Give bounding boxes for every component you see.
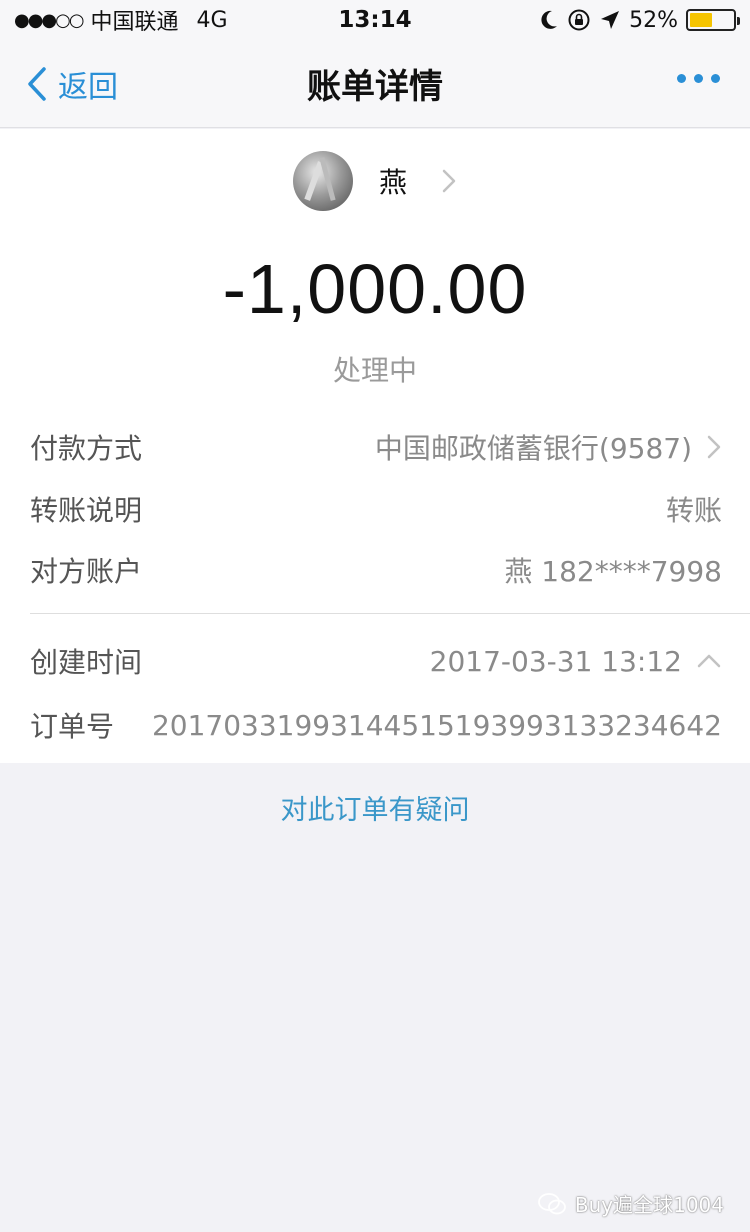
- watermark-text: Buy遍全球1004: [574, 1193, 724, 1217]
- carrier-name: 中国联通: [90, 10, 179, 35]
- payment-method-value: 中国邮政储蓄银行(9587): [374, 432, 692, 465]
- watermark: Buy遍全球1004: [537, 1189, 724, 1218]
- page-title: 账单详情: [307, 67, 443, 107]
- back-label: 返回: [58, 70, 118, 105]
- avatar: [292, 151, 353, 211]
- more-dot-icon: [711, 74, 720, 83]
- chevron-left-icon: [28, 67, 46, 101]
- created-time-row[interactable]: 创建时间 2017-03-31 13:12: [30, 641, 722, 681]
- payee-name: 燕: [378, 166, 407, 199]
- back-button[interactable]: 返回: [26, 62, 118, 106]
- payment-method-label: 付款方式: [30, 432, 143, 465]
- created-time-label: 创建时间: [30, 646, 143, 679]
- status-bar-right: 52%: [539, 7, 740, 33]
- battery-icon: [686, 9, 740, 31]
- signal-strength-icon: ●●●○○: [14, 9, 85, 31]
- order-number-label: 订单号: [30, 710, 115, 743]
- transfer-note-row: 转账说明 转账: [30, 489, 722, 529]
- transaction-amount: -1,000.00: [222, 250, 528, 328]
- more-menu-button[interactable]: [677, 74, 720, 83]
- order-number-value: 20170331993144515193993133234642: [151, 708, 722, 742]
- transfer-note-value: 转账: [665, 494, 722, 527]
- moon-icon: [541, 10, 558, 29]
- chevron-right-icon: [442, 169, 456, 193]
- transfer-note-label: 转账说明: [30, 494, 143, 527]
- counterparty-label: 对方账户: [30, 555, 143, 588]
- divider: [30, 613, 750, 614]
- more-dot-icon: [694, 74, 703, 83]
- nav-bar: 返回 账单详情: [0, 40, 750, 128]
- counterparty-row: 对方账户 燕 182****7998: [30, 550, 722, 590]
- order-number-row: 订单号 20170331993144515193993133234642: [30, 705, 722, 745]
- status-bar-left: ●●●○○ 中国联通 4G: [14, 4, 228, 36]
- bill-detail-card: 燕 -1,000.00 处理中 付款方式 中国邮政储蓄银行(9587) 转账说明…: [0, 129, 750, 763]
- payee-row[interactable]: 燕: [0, 151, 750, 211]
- location-arrow-icon: [601, 11, 620, 29]
- chevron-up-icon: [697, 654, 721, 668]
- payment-method-row[interactable]: 付款方式 中国邮政储蓄银行(9587): [30, 427, 722, 467]
- transaction-status: 处理中: [332, 354, 417, 387]
- rotation-lock-icon: [568, 9, 590, 31]
- more-dot-icon: [677, 74, 686, 83]
- created-time-value: 2017-03-31 13:12: [429, 644, 682, 678]
- battery-percent: 52%: [629, 7, 678, 33]
- counterparty-value: 燕 182****7998: [504, 555, 722, 588]
- network-type: 4G: [196, 7, 228, 33]
- battery-level: [690, 13, 712, 27]
- wechat-icon: [537, 1192, 566, 1214]
- chevron-right-icon: [707, 435, 721, 459]
- status-bar: ●●●○○ 中国联通 4G 13:14 52%: [0, 0, 750, 40]
- order-question-link[interactable]: 对此订单有疑问: [0, 788, 750, 827]
